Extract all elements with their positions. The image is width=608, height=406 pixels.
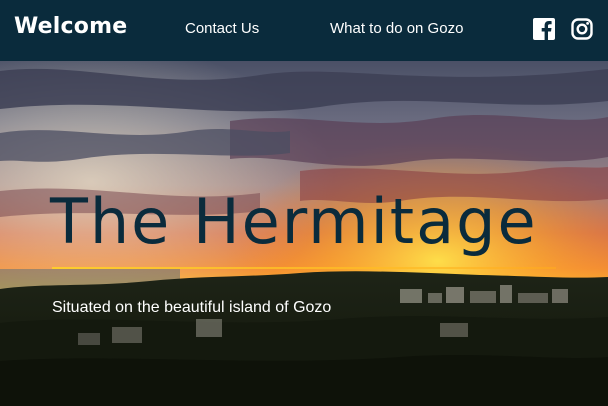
nav-link-contact-us[interactable]: Contact Us <box>185 20 259 37</box>
nav-link-what-to-do-on-gozo[interactable]: What to do on Gozo <box>330 20 463 37</box>
title-underline <box>52 267 556 269</box>
facebook-icon[interactable] <box>533 18 555 40</box>
site-brand[interactable]: Welcome <box>14 14 127 39</box>
hero-title: The Hermitage <box>50 185 538 258</box>
instagram-icon[interactable] <box>571 18 593 40</box>
hero-subtitle: Situated on the beautiful island of Gozo <box>52 299 332 316</box>
hero-banner: The Hermitage Situated on the beautiful … <box>0 61 608 406</box>
top-navbar: Welcome Contact Us What to do on Gozo <box>0 0 608 61</box>
